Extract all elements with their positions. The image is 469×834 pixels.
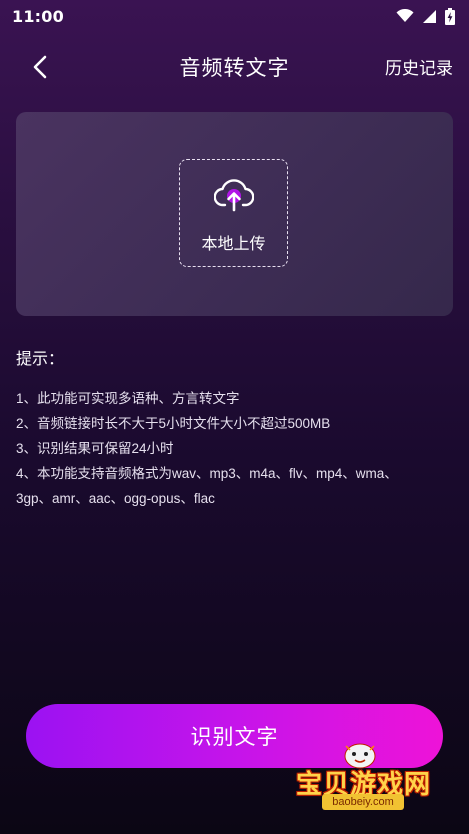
signal-icon xyxy=(423,9,436,23)
tips-title: 提示： xyxy=(16,349,65,368)
tip-item: 2、音频链接时长不大于5小时文件大小不超过500MB xyxy=(16,416,331,431)
cloud-upload-icon xyxy=(214,179,254,212)
tip-item: 3、识别结果可保留24小时 xyxy=(16,441,174,456)
battery-charging-icon xyxy=(445,7,455,25)
tip-item: 4、本功能支持音频格式为wav、mp3、m4a、flv、mp4、wma、 xyxy=(16,466,398,481)
watermark: 宝贝游戏网 baobeiy.com xyxy=(292,742,442,830)
wifi-icon xyxy=(396,9,414,22)
status-bar: 11:00 xyxy=(0,0,469,32)
tips-list: 1、此功能可实现多语种、方言转文字 2、音频链接时长不大于5小时文件大小不超过5… xyxy=(16,386,461,511)
status-icons xyxy=(396,7,455,25)
local-upload-button[interactable]: 本地上传 xyxy=(179,159,288,267)
history-button[interactable]: 历史记录 xyxy=(385,54,453,79)
upload-panel: 本地上传 xyxy=(16,112,453,316)
tip-item: 1、此功能可实现多语种、方言转文字 xyxy=(16,391,240,406)
status-time: 11:00 xyxy=(12,6,64,26)
upload-label: 本地上传 xyxy=(201,234,266,253)
nav-bar: 音频转文字 历史记录 xyxy=(0,42,469,90)
watermark-url: baobeiy.com xyxy=(322,794,404,810)
tip-item: 3gp、amr、aac、ogg-opus、flac xyxy=(16,491,215,506)
